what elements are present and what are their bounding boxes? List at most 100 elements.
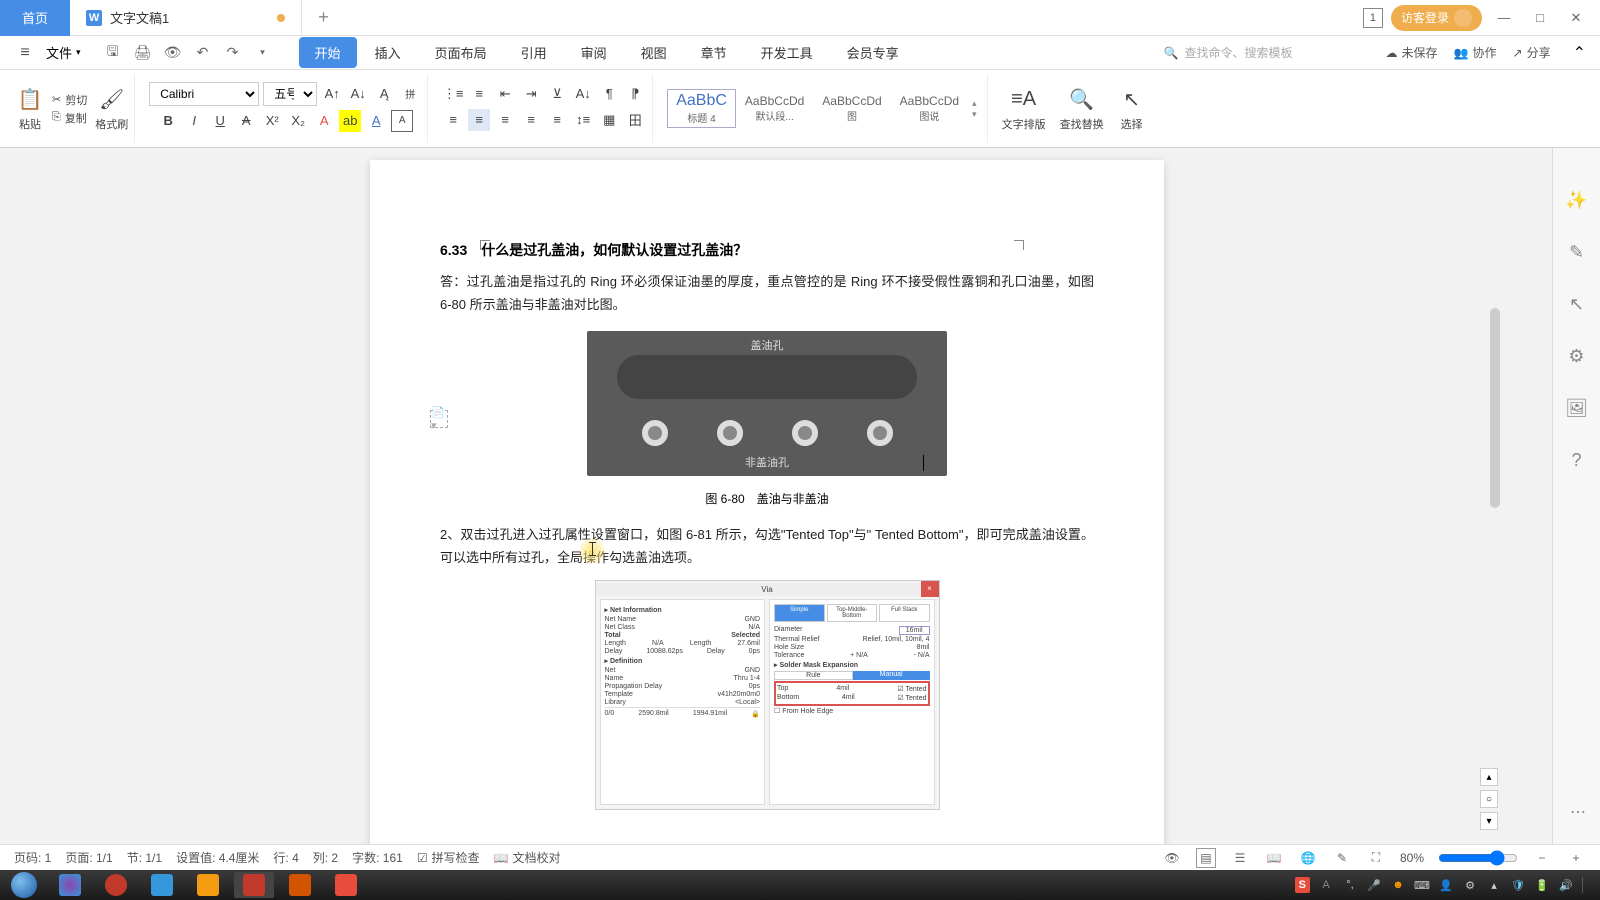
tray-more-icon[interactable]: ▴	[1486, 877, 1502, 893]
superscript-button[interactable]: X²	[261, 110, 283, 132]
window-count-box[interactable]: 1	[1363, 8, 1383, 28]
text-effect-button[interactable]: A	[313, 110, 335, 132]
find-replace-button[interactable]: 🔍查找替换	[1060, 86, 1104, 132]
redo-icon[interactable]: ↷	[223, 43, 243, 63]
decrease-indent-icon[interactable]: ⇤	[494, 83, 516, 105]
ime-a-icon[interactable]: A	[1318, 877, 1334, 893]
select-button[interactable]: ↖选择	[1118, 86, 1146, 132]
select-tool-icon[interactable]: ↖	[1565, 292, 1589, 316]
border-icon[interactable]: 田	[624, 109, 646, 131]
ribbon-tab-chapter[interactable]: 章节	[685, 37, 743, 68]
status-row[interactable]: 行: 4	[273, 849, 298, 866]
file-menu[interactable]: 文件▾	[38, 43, 89, 62]
guest-login-button[interactable]: 访客登录	[1391, 5, 1482, 31]
ime-punct-icon[interactable]: °,	[1342, 877, 1358, 893]
style-scroll-up-icon[interactable]: ▴	[972, 98, 977, 109]
style-heading4[interactable]: AaBbC标题 4	[667, 89, 736, 128]
taskbar-app-5[interactable]	[234, 872, 274, 898]
ribbon-collapse-icon[interactable]: ⌃	[1573, 43, 1586, 63]
proof-button[interactable]: 📖文档校对	[494, 849, 561, 866]
style-scroll-down-icon[interactable]: ▾	[972, 109, 977, 120]
web-view-icon[interactable]: 🌐	[1298, 848, 1318, 868]
zoom-slider[interactable]	[1438, 850, 1518, 866]
collab-button[interactable]: 👥协作	[1454, 44, 1497, 61]
show-desktop-button[interactable]	[1582, 877, 1590, 893]
taskbar-app-4[interactable]	[188, 872, 228, 898]
tray-volume-icon[interactable]: 🔊	[1558, 877, 1574, 893]
align-center-icon[interactable]: ≡	[468, 109, 490, 131]
qat-dropdown-icon[interactable]: ▾	[253, 43, 273, 63]
page-view-icon[interactable]: ▤	[1196, 848, 1216, 868]
underline-button[interactable]: U	[209, 110, 231, 132]
taskbar-app-3[interactable]	[142, 872, 182, 898]
font-name-select[interactable]: Calibri	[149, 82, 259, 106]
ribbon-tab-devtools[interactable]: 开发工具	[745, 37, 829, 68]
zoom-out-icon[interactable]: −	[1532, 848, 1552, 868]
ime-settings-icon[interactable]: ⚙	[1462, 877, 1478, 893]
shading-icon[interactable]: ▦	[598, 109, 620, 131]
phonetic-icon[interactable]: 拼	[399, 83, 421, 105]
align-right-icon[interactable]: ≡	[494, 109, 516, 131]
insert-object-icon[interactable]: 📄▾	[430, 410, 448, 428]
maximize-button[interactable]: □	[1526, 4, 1554, 32]
ime-mic-icon[interactable]: 🎤	[1366, 877, 1382, 893]
unsaved-status[interactable]: ☁未保存	[1386, 44, 1438, 61]
eye-icon[interactable]: 👁	[1162, 848, 1182, 868]
align-left-icon[interactable]: ≡	[442, 109, 464, 131]
status-section[interactable]: 节: 1/1	[127, 849, 162, 866]
status-page[interactable]: 页面: 1/1	[65, 849, 112, 866]
fit-width-icon[interactable]: ⛶	[1366, 848, 1386, 868]
command-search[interactable]: 🔍 查找命令、搜索模板	[1164, 44, 1364, 61]
text-layout-button[interactable]: ≡A文字排版	[1002, 86, 1046, 132]
help-icon[interactable]: ?	[1565, 448, 1589, 472]
increase-font-icon[interactable]: A↑	[321, 83, 343, 105]
style-figure[interactable]: AaBbCcDd图	[813, 91, 890, 126]
read-view-icon[interactable]: 📖	[1264, 848, 1284, 868]
paste-button[interactable]: 📋粘贴	[16, 86, 44, 132]
format-painter-button[interactable]: 🖌格式刷	[95, 86, 128, 132]
minimize-button[interactable]: —	[1490, 4, 1518, 32]
status-col[interactable]: 列: 2	[313, 849, 338, 866]
cut-button[interactable]: ✂剪切	[52, 92, 87, 108]
bullet-list-icon[interactable]: ⋮≡	[442, 83, 464, 105]
prev-page-nav-icon[interactable]: ▴	[1480, 768, 1498, 786]
document-area[interactable]: 📄▾ 6.33 什么是过孔盖油，如何默认设置过孔盖油？ 答：过孔盖油是指过孔的 …	[0, 148, 1552, 870]
decrease-font-icon[interactable]: A↓	[347, 83, 369, 105]
start-button[interactable]	[4, 872, 44, 898]
tray-battery-icon[interactable]: 🔋	[1534, 877, 1550, 893]
sort-icon[interactable]: A↓	[572, 83, 594, 105]
outline-view-icon[interactable]: ☰	[1230, 848, 1250, 868]
taskbar-app-2[interactable]	[96, 872, 136, 898]
more-options-icon[interactable]: ⋯	[1570, 802, 1588, 822]
char-border-button[interactable]: A	[391, 110, 413, 132]
tab-settings-icon[interactable]: ⊻	[546, 83, 568, 105]
share-button[interactable]: ↗分享	[1513, 44, 1551, 61]
ime-user-icon[interactable]: 👤	[1438, 877, 1454, 893]
annotate-icon[interactable]: ✎	[1332, 848, 1352, 868]
style-caption[interactable]: AaBbCcDd图说	[891, 91, 968, 126]
edit-tool-icon[interactable]: ✎	[1565, 240, 1589, 264]
highlight-button[interactable]: ab	[339, 110, 361, 132]
zoom-in-icon[interactable]: +	[1566, 848, 1586, 868]
number-list-icon[interactable]: ≡	[468, 83, 490, 105]
sogou-ime-icon[interactable]: S	[1295, 877, 1310, 893]
ribbon-tab-start[interactable]: 开始	[299, 37, 357, 68]
close-button[interactable]: ✕	[1562, 4, 1590, 32]
document-tab[interactable]: W 文字文稿1	[70, 0, 302, 36]
ribbon-tab-layout[interactable]: 页面布局	[419, 37, 503, 68]
taskbar-app-7[interactable]	[326, 872, 366, 898]
show-marks-icon[interactable]: ¶	[598, 83, 620, 105]
ribbon-tab-reference[interactable]: 引用	[505, 37, 563, 68]
subscript-button[interactable]: X₂	[287, 110, 309, 132]
vertical-scrollbar[interactable]	[1488, 308, 1502, 820]
status-words[interactable]: 字数: 161	[352, 849, 403, 866]
status-setval[interactable]: 设置值: 4.4厘米	[176, 849, 259, 866]
para-marks-icon[interactable]: ⁋	[624, 83, 646, 105]
distribute-icon[interactable]: ≡	[546, 109, 568, 131]
line-spacing-icon[interactable]: ↕≡	[572, 109, 594, 131]
italic-button[interactable]: I	[183, 110, 205, 132]
status-page-no[interactable]: 页码: 1	[14, 849, 51, 866]
copy-button[interactable]: ⎘复制	[52, 110, 87, 126]
font-color-button[interactable]: A	[365, 110, 387, 132]
settings-sliders-icon[interactable]: ⚙	[1565, 344, 1589, 368]
